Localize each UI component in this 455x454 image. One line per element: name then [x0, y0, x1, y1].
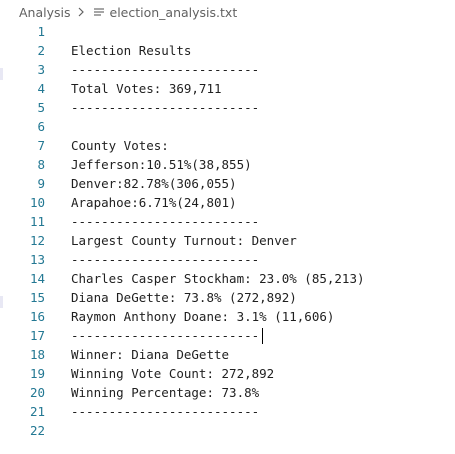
line-text[interactable]: Winner: Diana DeGette — [71, 347, 229, 362]
line-text[interactable]: ------------------------- — [71, 214, 259, 229]
editor-line[interactable]: 2 Election Results — [0, 41, 455, 60]
line-number: 4 — [37, 81, 45, 96]
editor-line[interactable]: 17 ------------------------- — [0, 326, 455, 345]
line-number: 13 — [29, 252, 45, 267]
editor-line[interactable]: 15 Diana DeGette: 73.8% (272,892) — [0, 288, 455, 307]
line-number: 14 — [29, 271, 45, 286]
editor-line[interactable]: 6 — [0, 117, 455, 136]
editor-line[interactable]: 5 ------------------------- — [0, 98, 455, 117]
editor-line[interactable]: 8 Jefferson:10.51%(38,855) — [0, 155, 455, 174]
line-text[interactable]: Denver:82.78%(306,055) — [71, 176, 237, 191]
line-text[interactable]: ------------------------- — [71, 328, 259, 343]
text-cursor — [262, 328, 263, 344]
line-number: 18 — [29, 347, 45, 362]
breadcrumb-folder[interactable]: Analysis — [19, 5, 71, 20]
line-text[interactable]: Jefferson:10.51%(38,855) — [71, 157, 252, 172]
editor-line[interactable]: 9 Denver:82.78%(306,055) — [0, 174, 455, 193]
text-file-icon — [93, 6, 105, 18]
editor-line[interactable]: 11 ------------------------- — [0, 212, 455, 231]
editor-line[interactable]: 20 Winning Percentage: 73.8% — [0, 383, 455, 402]
line-number: 15 — [29, 290, 45, 305]
line-text[interactable]: ------------------------- — [71, 252, 259, 267]
line-text[interactable]: Arapahoe:6.71%(24,801) — [71, 195, 237, 210]
editor-line[interactable]: 21 ------------------------- — [0, 402, 455, 421]
line-number: 9 — [37, 176, 45, 191]
line-number: 17 — [29, 328, 45, 343]
editor-line[interactable]: 7 County Votes: — [0, 136, 455, 155]
line-number: 3 — [37, 62, 45, 77]
editor-lines[interactable]: 1 2 Election Results 3 ---------------------… — [0, 22, 455, 440]
line-number: 1 — [37, 24, 45, 39]
line-text[interactable]: Charles Casper Stockham: 23.0% (85,213) — [71, 271, 365, 286]
line-number: 12 — [29, 233, 45, 248]
editor-line[interactable]: 10 Arapahoe:6.71%(24,801) — [0, 193, 455, 212]
line-number: 8 — [37, 157, 45, 172]
line-text[interactable]: Winning Percentage: 73.8% — [71, 385, 259, 400]
line-number: 6 — [37, 119, 45, 134]
line-text[interactable]: ------------------------- — [71, 404, 259, 419]
line-text[interactable]: ------------------------- — [71, 100, 259, 115]
editor-line[interactable]: 13 ------------------------- — [0, 250, 455, 269]
editor-line[interactable]: 16 Raymon Anthony Doane: 3.1% (11,606) — [0, 307, 455, 326]
line-number: 20 — [29, 385, 45, 400]
editor-line[interactable]: 14 Charles Casper Stockham: 23.0% (85,213… — [0, 269, 455, 288]
editor-line[interactable]: 19 Winning Vote Count: 272,892 — [0, 364, 455, 383]
line-number: 7 — [37, 138, 45, 153]
line-text[interactable]: County Votes: — [71, 138, 169, 153]
breadcrumb: Analysis election_analysis.txt — [0, 0, 455, 24]
text-editor[interactable]: Analysis election_analysis.txt 1 2 Electio… — [0, 0, 455, 454]
line-text[interactable]: Election Results — [71, 43, 191, 58]
breadcrumb-file[interactable]: election_analysis.txt — [110, 5, 238, 20]
editor-line[interactable]: 3 ------------------------- — [0, 60, 455, 79]
chevron-right-icon — [77, 6, 87, 18]
line-number: 5 — [37, 100, 45, 115]
line-number: 19 — [29, 366, 45, 381]
line-text[interactable]: Raymon Anthony Doane: 3.1% (11,606) — [71, 309, 334, 324]
line-text[interactable]: Total Votes: 369,711 — [71, 81, 222, 96]
line-text[interactable]: Diana DeGette: 73.8% (272,892) — [71, 290, 297, 305]
line-text[interactable]: ------------------------- — [71, 62, 259, 77]
line-number: 21 — [29, 404, 45, 419]
line-number: 22 — [29, 423, 45, 438]
line-number: 11 — [29, 214, 45, 229]
line-number: 2 — [37, 43, 45, 58]
line-number: 16 — [29, 309, 45, 324]
line-text[interactable]: Largest County Turnout: Denver — [71, 233, 297, 248]
editor-line[interactable]: 22 — [0, 421, 455, 440]
editor-line[interactable]: 4 Total Votes: 369,711 — [0, 79, 455, 98]
editor-line[interactable]: 18 Winner: Diana DeGette — [0, 345, 455, 364]
editor-line[interactable]: 1 — [0, 22, 455, 41]
editor-line[interactable]: 12 Largest County Turnout: Denver — [0, 231, 455, 250]
line-number: 10 — [29, 195, 45, 210]
line-text[interactable]: Winning Vote Count: 272,892 — [71, 366, 274, 381]
